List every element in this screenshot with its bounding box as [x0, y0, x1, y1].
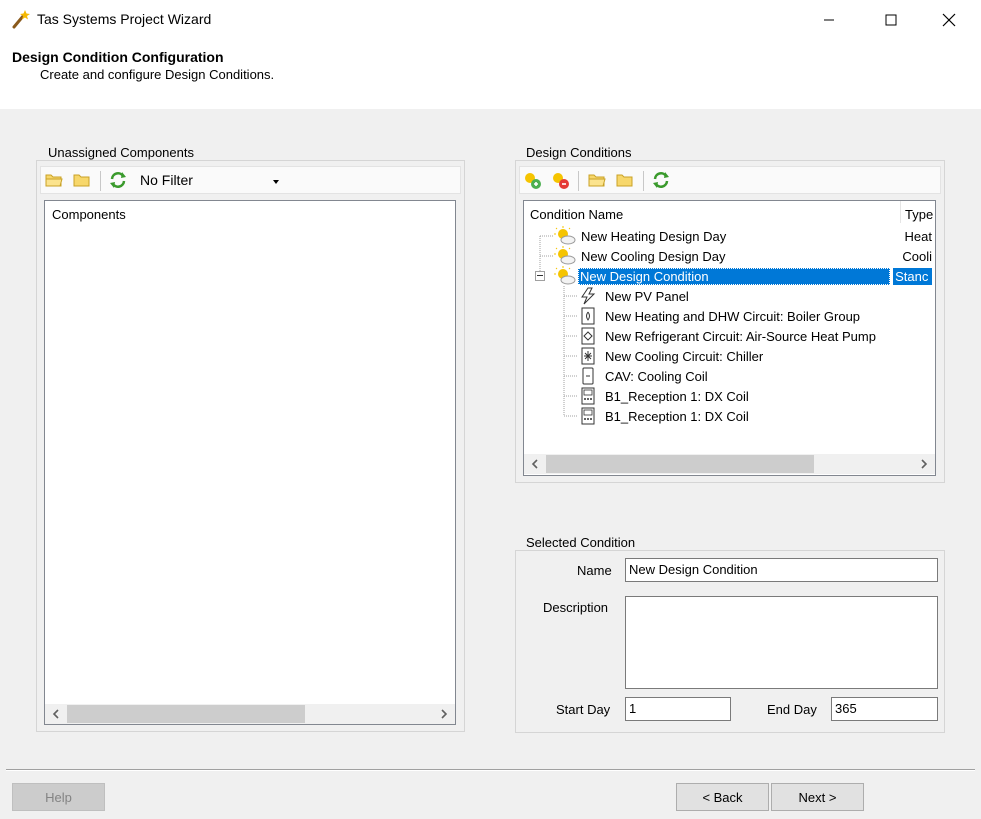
description-textarea[interactable] — [625, 596, 938, 689]
name-label: Name — [577, 563, 612, 578]
folder-icon[interactable] — [615, 170, 635, 190]
open-folder-icon[interactable] — [587, 170, 607, 190]
tree-item-child[interactable]: B1_Reception 1: DX Coil — [578, 386, 749, 406]
cooling-coil-icon — [578, 366, 598, 386]
conditions-horizontal-scrollbar[interactable] — [524, 454, 935, 474]
child-name: B1_Reception 1: DX Coil — [605, 388, 749, 404]
condition-type: Cooli — [902, 248, 932, 264]
condition-name: New Heating Design Day — [581, 228, 727, 244]
help-button[interactable]: Help — [12, 783, 105, 811]
maximize-button[interactable] — [868, 0, 914, 40]
boiler-icon — [578, 306, 598, 326]
filter-value: No Filter — [140, 172, 193, 188]
unassigned-components-label: Unassigned Components — [45, 145, 197, 160]
tree-item-design-condition-selected[interactable]: New Design Condition Stanc — [554, 266, 932, 286]
refresh-icon[interactable] — [651, 170, 671, 190]
selected-condition-label: Selected Condition — [523, 535, 639, 550]
toolbar-separator — [643, 171, 644, 191]
tree-item-cooling-design-day[interactable]: New Cooling Design Day Cooli — [554, 246, 932, 266]
weather-sun-cloud-icon — [554, 226, 576, 246]
components-horizontal-scrollbar[interactable] — [45, 704, 455, 724]
child-name: CAV: Cooling Coil — [605, 368, 708, 384]
conditions-toolbar — [519, 166, 941, 194]
tree-item-child[interactable]: New Heating and DHW Circuit: Boiler Grou… — [578, 306, 860, 326]
scroll-left-icon[interactable] — [45, 704, 67, 724]
page-title: Design Condition Configuration — [12, 49, 224, 65]
condition-type: Heat — [904, 228, 932, 244]
pv-panel-icon — [578, 286, 598, 306]
wizard-wand-icon — [11, 9, 31, 29]
end-day-input[interactable]: 365 — [831, 697, 938, 721]
minimize-button[interactable] — [806, 0, 852, 40]
page-subtitle: Create and configure Design Conditions. — [40, 67, 275, 82]
filter-dropdown[interactable]: No Filter — [134, 168, 286, 192]
dx-coil-icon — [578, 406, 598, 426]
scrollbar-thumb[interactable] — [546, 455, 814, 473]
child-name: New Cooling Circuit: Chiller — [605, 348, 764, 364]
refresh-icon[interactable] — [108, 170, 128, 190]
child-name: New PV Panel — [605, 288, 689, 304]
toolbar-separator — [578, 171, 579, 191]
tree-item-child[interactable]: CAV: Cooling Coil — [578, 366, 708, 386]
dx-coil-icon — [578, 386, 598, 406]
tree-item-child[interactable]: B1_Reception 1: DX Coil — [578, 406, 749, 426]
footer-divider-highlight — [6, 770, 975, 771]
design-conditions-label: Design Conditions — [523, 145, 635, 160]
description-label: Description — [543, 600, 609, 615]
collapse-toggle-icon[interactable] — [535, 271, 545, 281]
weather-sun-cloud-icon — [554, 246, 576, 266]
child-name: B1_Reception 1: DX Coil — [605, 408, 749, 424]
condition-name-input[interactable]: New Design Condition — [625, 558, 938, 582]
folder-icon[interactable] — [72, 170, 92, 190]
heat-pump-icon — [578, 326, 598, 346]
child-name: New Heating and DHW Circuit: Boiler Grou… — [605, 308, 861, 324]
open-folder-icon[interactable] — [44, 170, 64, 190]
components-column-header: Components — [52, 207, 126, 222]
window-title: Tas Systems Project Wizard — [37, 11, 212, 27]
scroll-right-icon[interactable] — [433, 704, 455, 724]
components-list[interactable]: Components — [44, 200, 456, 725]
tree-item-child[interactable]: New PV Panel — [578, 286, 689, 306]
tree-item-child[interactable]: New Cooling Circuit: Chiller — [578, 346, 763, 366]
scroll-left-icon[interactable] — [524, 454, 546, 474]
next-button[interactable]: Next > — [771, 783, 864, 811]
chiller-icon — [578, 346, 598, 366]
start-day-label: Start Day — [556, 702, 611, 717]
toolbar-separator — [100, 171, 101, 191]
remove-condition-icon[interactable] — [550, 170, 570, 190]
chevron-down-icon — [272, 174, 280, 189]
start-day-input[interactable]: 1 — [625, 697, 731, 721]
tree-item-child[interactable]: New Refrigerant Circuit: Air-Source Heat… — [578, 326, 876, 346]
child-name: New Refrigerant Circuit: Air-Source Heat… — [605, 328, 876, 344]
close-button[interactable] — [926, 0, 972, 40]
add-condition-icon[interactable] — [522, 170, 542, 190]
weather-sun-cloud-icon — [554, 266, 576, 286]
condition-name: New Cooling Design Day — [581, 248, 726, 264]
scrollbar-thumb[interactable] — [67, 705, 305, 723]
condition-name: New Design Condition — [578, 267, 891, 285]
tree-item-heating-design-day[interactable]: New Heating Design Day Heat — [554, 226, 932, 246]
scroll-right-icon[interactable] — [913, 454, 935, 474]
conditions-tree[interactable]: Condition Name Type New Heating Design D… — [523, 200, 936, 476]
back-button[interactable]: < Back — [676, 783, 769, 811]
end-day-label: End Day — [767, 702, 817, 717]
condition-type: Stanc — [893, 267, 932, 285]
